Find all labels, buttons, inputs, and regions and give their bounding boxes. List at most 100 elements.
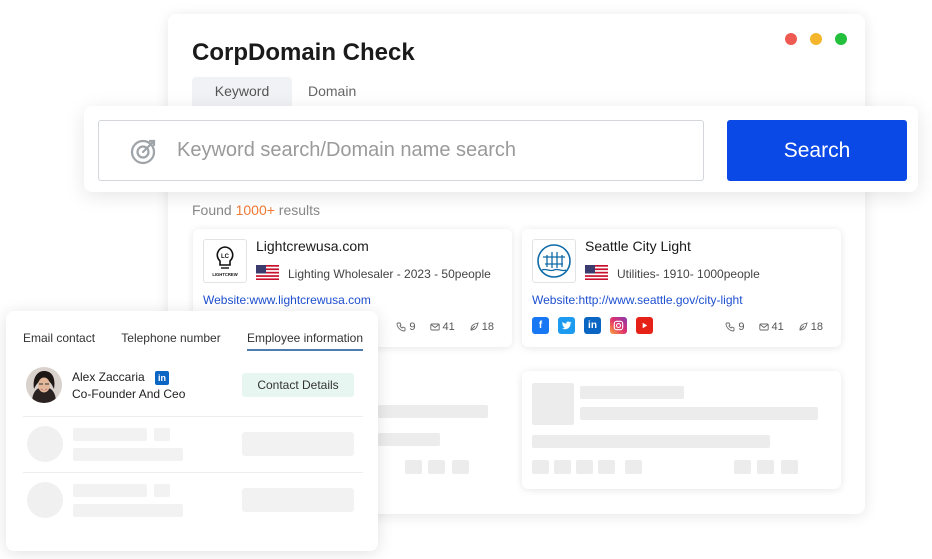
results-count: Found 1000+ results [192,202,320,218]
employee-name: Alex Zaccaria [72,370,145,384]
company-description: Lighting Wholesaler - 2023 - 50people [288,267,491,281]
tab-telephone-number[interactable]: Telephone number [121,331,220,351]
facebook-icon[interactable]: f [532,317,549,334]
search-field[interactable] [98,120,704,181]
skeleton-block [757,460,774,474]
skeleton-block [405,460,422,474]
phone-count: 9 [738,321,745,333]
email-count: 41 [442,321,455,333]
company-description: Utilities- 1910- 1000people [617,267,760,281]
skeleton-line [378,405,488,418]
skeleton-block [598,460,615,474]
tab-domain[interactable]: Domain [292,77,372,107]
tab-employee-information[interactable]: Employee information [246,331,363,351]
target-search-icon [130,139,156,164]
skeleton-block [625,460,642,474]
phone-icon [396,322,406,332]
minimize-dot[interactable] [810,33,822,45]
social-links: f in [532,317,653,334]
search-button[interactable]: Search [727,120,907,181]
email-icon [758,323,769,331]
logo-wordmark: LIGHTCREW [212,272,237,277]
employee-panel: Email contact Telephone number Employee … [6,311,378,551]
lightbulb-logo-icon: LC LIGHTCREW [212,246,238,277]
app-title: CorpDomain Check [192,39,415,66]
other-stat: 18 [798,321,823,333]
contact-stats: 9 41 18 [725,321,823,333]
avatar [26,367,62,403]
company-card-seattle[interactable]: Seattle City Light Utilities- 1910- 1000… [522,229,841,347]
results-suffix: results [274,202,321,218]
skeleton-line [73,504,183,517]
skeleton-line [580,386,684,399]
tab-email-contact[interactable]: Email contact [23,331,95,351]
us-flag-icon [256,265,279,280]
search-bar: Search [84,106,918,192]
company-website-link[interactable]: Website:http://www.seattle.gov/city-ligh… [532,293,743,307]
search-input[interactable] [177,139,697,162]
maximize-dot[interactable] [835,33,847,45]
logo-initials: LC [221,254,230,260]
us-flag-icon [585,265,608,280]
skeleton-button [242,488,354,512]
results-number: 1000+ [235,202,275,218]
contact-tabs: Email contact Telephone number Employee … [23,331,363,353]
skeleton-line [73,428,147,441]
email-count: 41 [771,321,784,333]
skeleton-block [734,460,751,474]
search-mode-tabs: Keyword Domain [192,77,372,107]
linkedin-icon[interactable]: in [584,317,601,334]
company-name[interactable]: Lightcrewusa.com [256,238,369,254]
contact-stats: 9 41 18 [396,321,494,333]
skeleton-block [576,460,593,474]
window-controls [785,33,847,45]
email-icon [429,323,440,331]
skeleton-line [73,448,183,461]
skeleton-block [452,460,469,474]
skeleton-block [781,460,798,474]
skeleton-avatar [27,482,63,518]
leaf-icon [470,322,479,331]
employee-title: Co-Founder And Ceo [72,387,186,401]
skeleton-line [532,435,770,448]
contact-details-button[interactable]: Contact Details [242,373,354,397]
company-name[interactable]: Seattle City Light [585,238,691,254]
leaf-icon [799,322,808,331]
other-stat: 18 [469,321,494,333]
skeleton-logo [532,383,574,425]
divider [23,416,363,417]
company-website-link[interactable]: Website:www.lightcrewusa.com [203,293,371,307]
youtube-icon[interactable] [636,317,653,334]
divider [23,472,363,473]
skeleton-line [378,433,440,446]
skeleton-button [242,432,354,456]
instagram-icon[interactable] [610,317,627,334]
close-dot[interactable] [785,33,797,45]
phone-stat: 9 [725,321,745,333]
stage: CorpDomain Check Keyword Domain Found 10… [0,0,932,559]
twitter-icon[interactable] [558,317,575,334]
phone-icon [725,322,735,332]
results-prefix: Found [192,202,236,218]
skeleton-block [532,460,549,474]
phone-count: 9 [409,321,416,333]
seattle-logo-icon [537,244,571,278]
company-logo: LC LIGHTCREW [203,239,247,283]
person-avatar-icon [26,367,62,403]
other-count: 18 [481,321,494,333]
loading-card [522,371,841,489]
email-stat: 41 [429,321,455,333]
email-stat: 41 [758,321,784,333]
skeleton-line [73,484,147,497]
phone-stat: 9 [396,321,416,333]
employee-row: Alex Zaccaria in Co-Founder And Ceo Cont… [26,367,356,417]
skeleton-block [428,460,445,474]
tab-keyword[interactable]: Keyword [192,77,292,107]
company-logo [532,239,576,283]
linkedin-icon[interactable]: in [155,371,169,385]
other-count: 18 [810,321,823,333]
skeleton-avatar [27,426,63,462]
skeleton-block [554,460,571,474]
skeleton-line [580,407,818,420]
skeleton-block [154,428,170,441]
